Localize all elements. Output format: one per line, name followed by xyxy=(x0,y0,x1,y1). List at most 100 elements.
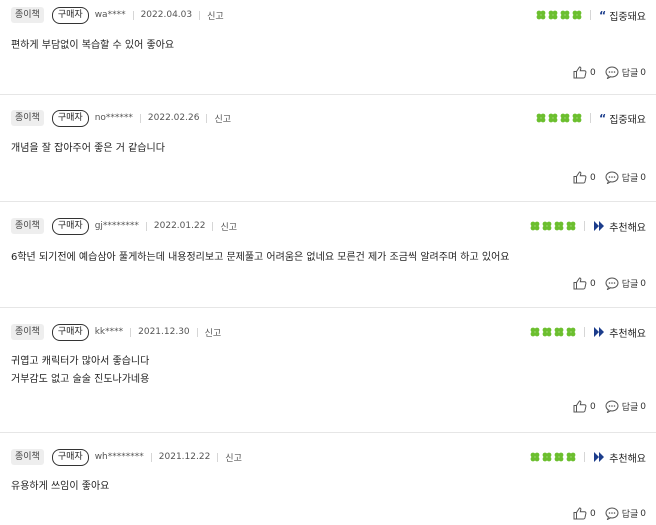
divider xyxy=(150,452,152,462)
like-button[interactable]: 0 xyxy=(573,171,596,184)
rating-keyword: 집중돼요 xyxy=(609,114,646,126)
like-button[interactable]: 0 xyxy=(573,66,596,79)
clover-icon xyxy=(542,221,552,231)
quote-icon: “ xyxy=(598,111,606,125)
review-line: 귀엽고 캐릭터가 많아서 좋습니다 xyxy=(11,356,150,367)
clover-icon xyxy=(548,10,558,20)
book-type-badge: 종이책 xyxy=(11,7,44,23)
review-rating: “ 집중돼요 xyxy=(536,6,646,24)
clover-icon xyxy=(554,452,564,462)
clover-icon xyxy=(554,221,564,231)
buyer-badge: 구매자 xyxy=(51,217,89,235)
reply-count: 0 xyxy=(640,172,646,183)
review-rating: 추천해요 xyxy=(530,323,646,341)
review-item: 종이책 구매자 wa**** 2022.04.03 신고 “ 집중돼요 편하게 … xyxy=(0,0,656,95)
divider xyxy=(584,452,586,462)
divider xyxy=(589,10,591,20)
review-item: 종이책 구매자 gj******** 2022.01.22 신고 추천해요 6학… xyxy=(0,202,656,308)
clover-icon xyxy=(560,113,570,123)
clover-rating xyxy=(530,221,576,231)
thumbs-up-icon xyxy=(573,171,587,184)
clover-icon xyxy=(530,452,540,462)
report-link[interactable]: 신고 xyxy=(207,9,224,22)
buyer-badge: 구매자 xyxy=(51,448,89,466)
thumb-icon xyxy=(594,327,605,337)
reply-button[interactable]: 답글 0 xyxy=(605,66,646,79)
reply-label: 답글 xyxy=(621,280,639,290)
review-rating: 추천해요 xyxy=(530,448,646,466)
report-link[interactable]: 신고 xyxy=(225,451,242,464)
divider xyxy=(212,221,214,231)
review-date: 2021.12.30 xyxy=(138,327,190,337)
clover-icon xyxy=(560,10,570,20)
review-item: 종이책 구매자 wh******** 2021.12.22 신고 추천해요 유용… xyxy=(0,433,656,525)
buyer-badge: 구매자 xyxy=(51,6,89,24)
reviewer-id: wh******** xyxy=(94,452,144,462)
review-date: 2022.01.22 xyxy=(153,221,206,231)
reply-label: 답글 xyxy=(621,510,639,520)
reply-count: 0 xyxy=(640,508,646,519)
rating-keyword: 추천해요 xyxy=(609,222,646,234)
like-button[interactable]: 0 xyxy=(573,400,596,413)
divider xyxy=(199,10,201,20)
thumbs-up-icon xyxy=(573,507,587,520)
review-meta: 종이책 구매자 wa**** 2022.04.03 신고 xyxy=(11,6,224,24)
comment-icon xyxy=(605,277,619,290)
reply-count: 0 xyxy=(640,67,646,78)
comment-icon xyxy=(605,66,619,79)
thumbs-up-icon xyxy=(573,277,587,290)
report-link[interactable]: 신고 xyxy=(220,220,237,233)
clover-icon xyxy=(572,113,582,123)
quote-icon: “ xyxy=(598,8,606,22)
book-type-badge: 종이책 xyxy=(11,324,44,340)
clover-rating xyxy=(536,10,582,20)
clover-icon xyxy=(566,221,576,231)
clover-icon xyxy=(566,327,576,337)
review-line: 6학년 되기전에 예습삼아 풀게하는데 내용정리보고 문제풀고 어려움은 없네요… xyxy=(11,252,510,263)
review-meta: 종이책 구매자 wh******** 2021.12.22 신고 xyxy=(11,448,242,466)
like-count: 0 xyxy=(589,278,596,289)
reply-button[interactable]: 답글 0 xyxy=(605,400,646,413)
clover-icon xyxy=(542,452,552,462)
clover-icon xyxy=(554,327,564,337)
like-button[interactable]: 0 xyxy=(573,507,596,520)
clover-rating xyxy=(530,327,576,337)
comment-icon xyxy=(605,171,619,184)
reviewer-id: kk**** xyxy=(94,327,124,337)
review-meta: 종이책 구매자 kk**** 2021.12.30 신고 xyxy=(11,323,221,341)
review-text: 편하게 부담없이 복습할 수 있어 좋아요 xyxy=(11,37,174,55)
reply-button[interactable]: 답글 0 xyxy=(605,507,646,520)
thumbs-up-icon xyxy=(573,400,587,413)
reply-button[interactable]: 답글 0 xyxy=(605,171,646,184)
thumbs-up-icon xyxy=(573,66,587,79)
reply-button[interactable]: 답글 0 xyxy=(605,277,646,290)
clover-icon xyxy=(548,113,558,123)
review-date: 2021.12.22 xyxy=(158,452,211,462)
clover-icon xyxy=(572,10,582,20)
report-link[interactable]: 신고 xyxy=(214,112,231,125)
review-text: 6학년 되기전에 예습삼아 풀게하는데 내용정리보고 문제풀고 어려움은 없네요… xyxy=(11,249,510,267)
reply-label: 답글 xyxy=(621,174,639,184)
divider xyxy=(217,452,219,462)
divider xyxy=(139,113,141,123)
divider xyxy=(132,10,134,20)
like-count: 0 xyxy=(589,172,596,183)
buyer-badge: 구매자 xyxy=(51,109,89,127)
book-type-badge: 종이책 xyxy=(11,218,44,234)
review-text: 귀엽고 캐릭터가 많아서 좋습니다 거부감도 없고 술술 진도나가네용 xyxy=(11,353,149,389)
review-list: 종이책 구매자 wa**** 2022.04.03 신고 “ 집중돼요 편하게 … xyxy=(0,0,656,525)
like-button[interactable]: 0 xyxy=(573,277,596,290)
review-rating: 추천해요 xyxy=(530,217,646,235)
divider xyxy=(589,113,591,123)
clover-icon xyxy=(536,113,546,123)
review-meta: 종이책 구매자 no****** 2022.02.26 신고 xyxy=(11,109,231,127)
clover-icon xyxy=(536,10,546,20)
review-actions: 0 답글 0 xyxy=(573,400,646,413)
clover-rating xyxy=(536,113,582,123)
reply-count: 0 xyxy=(640,401,646,412)
clover-rating xyxy=(530,452,576,462)
book-type-badge: 종이책 xyxy=(11,110,44,126)
review-line: 편하게 부담없이 복습할 수 있어 좋아요 xyxy=(11,40,175,51)
report-link[interactable]: 신고 xyxy=(205,326,222,339)
rating-keyword: 집중돼요 xyxy=(609,11,646,23)
